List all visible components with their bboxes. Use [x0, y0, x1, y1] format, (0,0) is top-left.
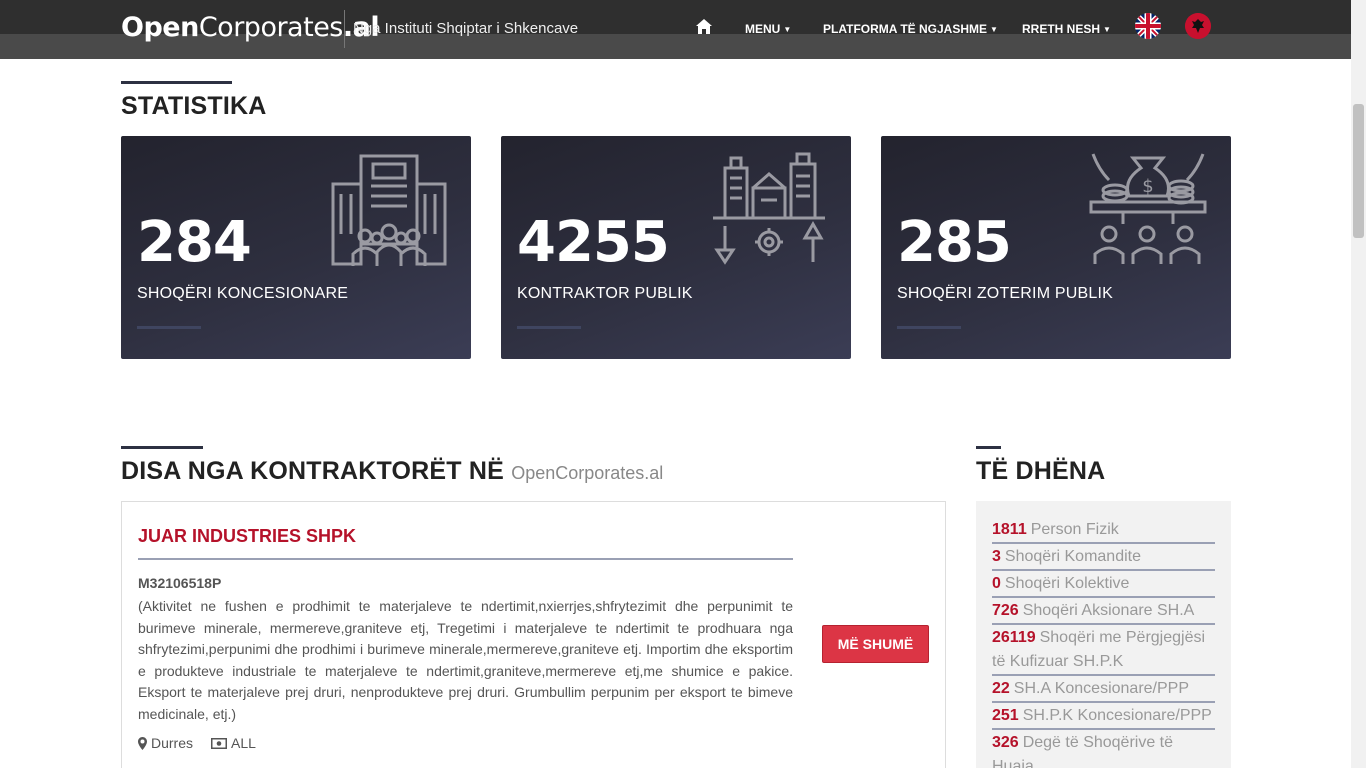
contractor-description: (Aktivitet ne fushen e prodhimit te mate… [138, 598, 793, 722]
data-list: 1811 Person Fizik 3 Shoqëri Komandite 0 Sho… [992, 518, 1215, 768]
contractors-title-sub: OpenCorporates.al [511, 463, 664, 483]
data-item-komandite[interactable]: 3 Shoqëri Komandite [992, 545, 1215, 571]
caret-down-icon: ▼ [1103, 25, 1111, 34]
svg-text:$: $ [1142, 176, 1153, 197]
nav-rreth-nesh[interactable]: RRETH NESH ▼ [1022, 22, 1111, 36]
data-item-shpk[interactable]: 26119 Shoqëri me Përgjegjësi të Kufizuar … [992, 626, 1215, 676]
site-logo[interactable]: OpenCorporates.al [121, 12, 380, 43]
stat-label: SHOQËRI KONCESIONARE [137, 285, 349, 302]
data-item-sha-koncesionare[interactable]: 22 SH.A Koncesionare/PPP [992, 677, 1215, 703]
stat-card-zoterim[interactable]: $ 285 SHOQËRI ZOTERIM PUBLIK [881, 136, 1231, 359]
uk-flag-icon[interactable] [1135, 13, 1161, 39]
money-bill-icon [211, 737, 228, 749]
stat-value: 4255 [517, 210, 670, 275]
section-accent-bar [121, 446, 203, 449]
stat-card-koncesionare[interactable]: 284 SHOQËRI KONCESIONARE [121, 136, 471, 359]
more-button[interactable]: MË SHUMË [822, 625, 929, 663]
stat-label: KONTRAKTOR PUBLIK [517, 285, 693, 302]
home-icon[interactable] [695, 18, 713, 36]
data-title: TË DHËNA [976, 457, 1106, 485]
stat-value: 285 [897, 210, 1012, 275]
contractor-city: Durres [138, 735, 193, 751]
site-tagline: Nga Instituti Shqiptar i Shkencave [353, 20, 579, 37]
caret-down-icon: ▼ [990, 25, 998, 34]
nav-platforma[interactable]: PLATFORMA TË NGJASHME ▼ [823, 22, 998, 36]
city-exchange-icon [713, 152, 825, 265]
contractor-meta: Durres ALL [138, 735, 256, 751]
contractor-nipt: M32106518P [138, 575, 222, 591]
stat-value: 284 [137, 210, 252, 275]
money-people-icon: $ [1089, 153, 1207, 264]
scrollbar-thumb[interactable] [1353, 104, 1364, 238]
section-accent-bar [976, 446, 1001, 449]
data-item-dege-huaja[interactable]: 326 Degë të Shoqërive të Huaja [992, 731, 1215, 768]
data-panel: 1811 Person Fizik 3 Shoqëri Komandite 0 Sho… [976, 501, 1231, 768]
contractors-title: DISA NGA KONTRAKTORËT NË OpenCorporates.… [121, 457, 664, 485]
contractor-card: JUAR INDUSTRIES SHPK M32106518P (Aktivit… [121, 501, 946, 768]
section-accent-bar [121, 81, 232, 84]
stat-card-kontraktor[interactable]: 4255 KONTRAKTOR PUBLIK [501, 136, 851, 359]
data-item-kolektive[interactable]: 0 Shoqëri Kolektive [992, 572, 1215, 598]
data-item-person-fizik[interactable]: 1811 Person Fizik [992, 518, 1215, 544]
caret-down-icon: ▼ [783, 25, 792, 34]
stats-title: STATISTIKA [121, 92, 267, 120]
nav-menu[interactable]: MENU ▼ [745, 22, 791, 36]
card-underline [137, 326, 201, 329]
albania-flag-icon[interactable] [1185, 13, 1211, 39]
data-item-sha[interactable]: 726 Shoqëri Aksionare SH.A [992, 599, 1215, 625]
card-underline [517, 326, 581, 329]
data-item-shpk-koncesionare[interactable]: 251 SH.P.K Koncesionare/PPP [992, 704, 1215, 730]
contractor-divider [138, 558, 793, 560]
contractor-name[interactable]: JUAR INDUSTRIES SHPK [138, 526, 356, 547]
logo-separator [344, 10, 345, 48]
buildings-people-icon [331, 154, 447, 266]
card-underline [897, 326, 961, 329]
map-marker-icon [138, 736, 147, 750]
contractor-currency: ALL [211, 735, 256, 751]
stat-label: SHOQËRI ZOTERIM PUBLIK [897, 285, 1113, 302]
